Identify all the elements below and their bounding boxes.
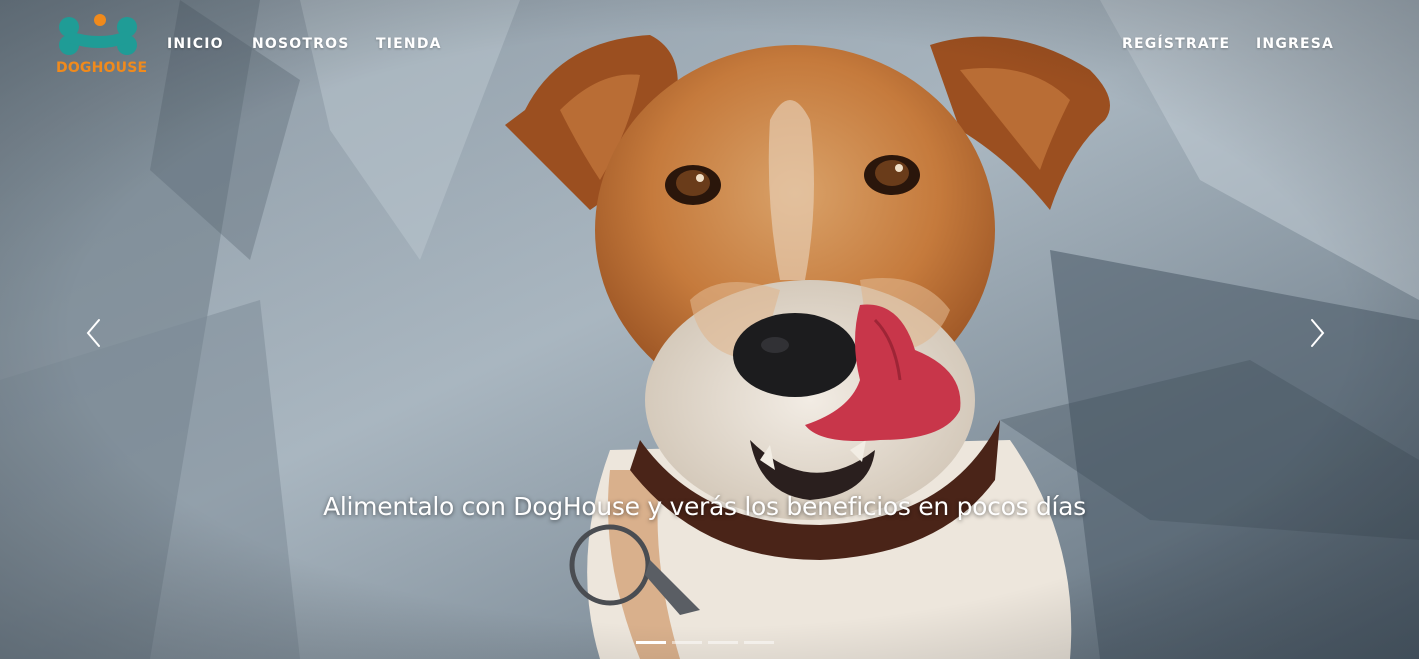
carousel-indicator-1[interactable] bbox=[636, 641, 666, 644]
carousel-indicator-4[interactable] bbox=[744, 641, 774, 644]
carousel-next-button[interactable] bbox=[1303, 315, 1333, 351]
hero-carousel: DOGHOUSE INICIO NOSOTROS TIENDA REGÍSTRA… bbox=[0, 0, 1419, 659]
carousel-indicator-3[interactable] bbox=[708, 641, 738, 644]
nav-link-ingresa[interactable]: INGRESA bbox=[1256, 36, 1334, 52]
top-navbar: DOGHOUSE INICIO NOSOTROS TIENDA REGÍSTRA… bbox=[0, 0, 1419, 86]
nav-link-nosotros[interactable]: NOSOTROS bbox=[252, 36, 350, 52]
chevron-right-icon bbox=[1311, 319, 1325, 347]
hero-dog-photo bbox=[0, 0, 1419, 659]
carousel-caption: Alimentalo con DogHouse y verás los bene… bbox=[323, 492, 1086, 521]
bone-icon bbox=[59, 14, 137, 55]
brand-name: DOGHOUSE bbox=[56, 60, 148, 76]
carousel-prev-button[interactable] bbox=[80, 315, 110, 351]
brand-logo[interactable]: DOGHOUSE bbox=[55, 13, 148, 77]
nav-link-inicio[interactable]: INICIO bbox=[167, 36, 224, 52]
chevron-left-icon bbox=[86, 319, 100, 347]
carousel-indicators bbox=[636, 641, 774, 645]
nav-link-registrate[interactable]: REGÍSTRATE bbox=[1122, 36, 1230, 52]
nav-link-tienda[interactable]: TIENDA bbox=[376, 36, 442, 52]
carousel-indicator-2[interactable] bbox=[672, 641, 702, 644]
